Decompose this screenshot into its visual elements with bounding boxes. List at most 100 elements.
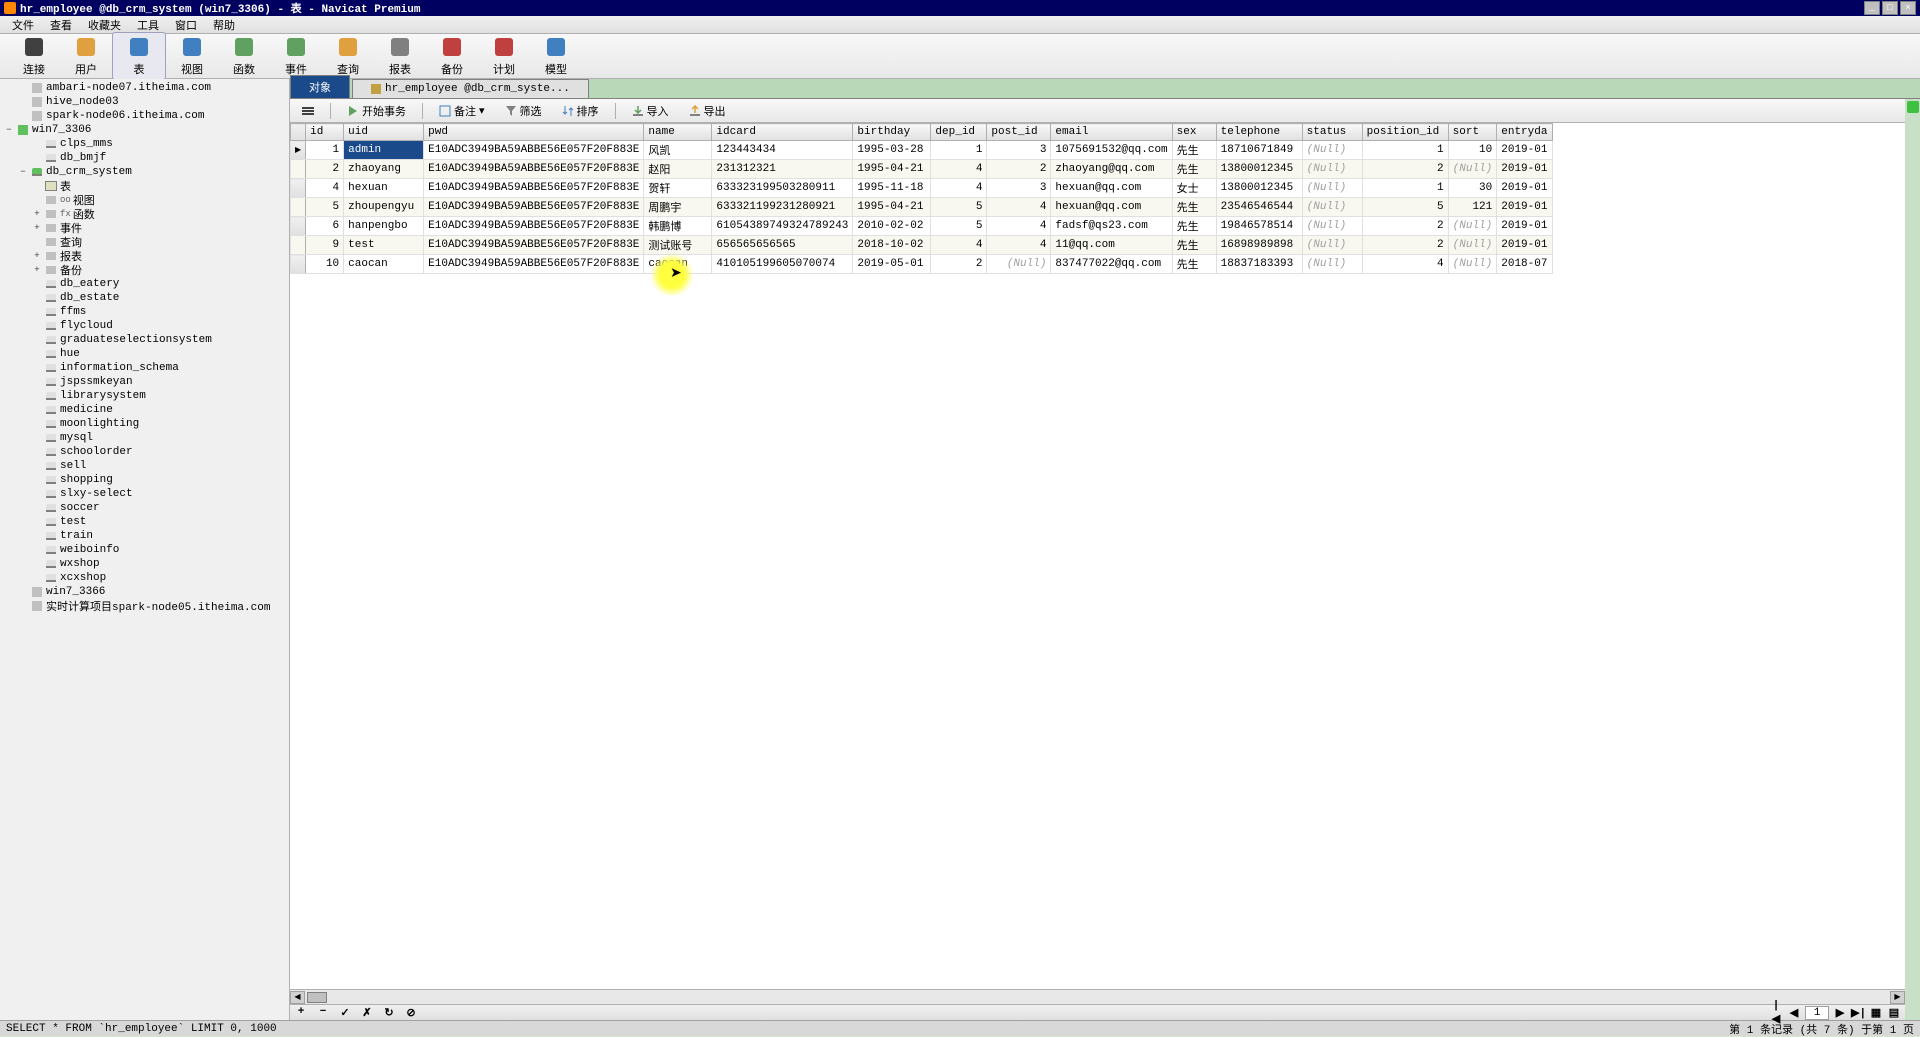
cell-uid[interactable]: admin: [344, 141, 424, 160]
import-button[interactable]: 导入: [628, 101, 673, 121]
refresh-button[interactable]: ↻: [382, 1006, 396, 1020]
cell-sort[interactable]: (Null): [1448, 160, 1497, 179]
cell-position_id[interactable]: 2: [1362, 160, 1448, 179]
column-header-birthday[interactable]: birthday: [853, 124, 931, 141]
tree-node[interactable]: +事件: [0, 221, 289, 235]
cell-sort[interactable]: (Null): [1448, 236, 1497, 255]
cell-birthday[interactable]: 1995-04-21: [853, 198, 931, 217]
last-page-button[interactable]: ▶|: [1851, 1006, 1865, 1020]
cell-telephone[interactable]: 23546546544: [1216, 198, 1302, 217]
tree-node[interactable]: flycloud: [0, 319, 289, 333]
menu-文件[interactable]: 文件: [4, 15, 42, 35]
column-header-idcard[interactable]: idcard: [712, 124, 853, 141]
cell-status[interactable]: (Null): [1302, 198, 1362, 217]
cell-pwd[interactable]: E10ADC3949BA59ABBE56E057F20F883E: [424, 217, 644, 236]
cell-birthday[interactable]: 2018-10-02: [853, 236, 931, 255]
cell-id[interactable]: 9: [306, 236, 344, 255]
tree-node[interactable]: hive_node03: [0, 95, 289, 109]
table-row[interactable]: 2zhaoyangE10ADC3949BA59ABBE56E057F20F883…: [291, 160, 1553, 179]
tree-node[interactable]: slxy-select: [0, 487, 289, 501]
cell-name[interactable]: 贺轩: [644, 179, 712, 198]
cell-telephone[interactable]: 19846578514: [1216, 217, 1302, 236]
tree-node[interactable]: +备份: [0, 263, 289, 277]
cell-idcard[interactable]: 633321199231280921: [712, 198, 853, 217]
cell-telephone[interactable]: 13800012345: [1216, 179, 1302, 198]
cell-id[interactable]: 4: [306, 179, 344, 198]
tree-node[interactable]: 查询: [0, 235, 289, 249]
cell-position_id[interactable]: 5: [1362, 198, 1448, 217]
cell-dep_id[interactable]: 4: [931, 236, 987, 255]
cell-uid[interactable]: test: [344, 236, 424, 255]
cell-sex[interactable]: 先生: [1172, 217, 1216, 236]
cell-sex[interactable]: 先生: [1172, 255, 1216, 274]
cell-name[interactable]: 周鹏宇: [644, 198, 712, 217]
tree-toggle[interactable]: −: [18, 167, 28, 177]
tab-objects[interactable]: 对象: [290, 75, 350, 98]
cell-birthday[interactable]: 1995-03-28: [853, 141, 931, 160]
cell-position_id[interactable]: 1: [1362, 179, 1448, 198]
cell-post_id[interactable]: 3: [987, 141, 1051, 160]
toolbar-事件[interactable]: 事件: [270, 33, 322, 79]
cell-post_id[interactable]: 2: [987, 160, 1051, 179]
tree-node[interactable]: ambari-node07.itheima.com: [0, 81, 289, 95]
tree-toggle[interactable]: +: [32, 223, 42, 233]
cell-email[interactable]: 837477022@qq.com: [1051, 255, 1172, 274]
cell-id[interactable]: 10: [306, 255, 344, 274]
tree-node[interactable]: graduateselectionsystem: [0, 333, 289, 347]
stop-button[interactable]: ⊘: [404, 1006, 418, 1020]
cell-entry[interactable]: 2019-01: [1497, 198, 1553, 217]
cell-entry[interactable]: 2019-01: [1497, 141, 1553, 160]
cell-telephone[interactable]: 18710671849: [1216, 141, 1302, 160]
cell-idcard[interactable]: 123443434: [712, 141, 853, 160]
cell-uid[interactable]: caocan: [344, 255, 424, 274]
cell-pwd[interactable]: E10ADC3949BA59ABBE56E057F20F883E: [424, 255, 644, 274]
cell-birthday[interactable]: 1995-11-18: [853, 179, 931, 198]
connection-tree[interactable]: ambari-node07.itheima.comhive_node03spar…: [0, 79, 290, 1020]
column-header-telephone[interactable]: telephone: [1216, 124, 1302, 141]
tree-node[interactable]: shopping: [0, 473, 289, 487]
tree-node[interactable]: db_eatery: [0, 277, 289, 291]
cell-birthday[interactable]: 2010-02-02: [853, 217, 931, 236]
cell-email[interactable]: hexuan@qq.com: [1051, 198, 1172, 217]
tab-hr-employee[interactable]: hr_employee @db_crm_syste...: [352, 79, 589, 98]
tree-node[interactable]: train: [0, 529, 289, 543]
table-row[interactable]: 5zhoupengyuE10ADC3949BA59ABBE56E057F20F8…: [291, 198, 1553, 217]
tree-node[interactable]: 表: [0, 179, 289, 193]
table-row[interactable]: 1adminE10ADC3949BA59ABBE56E057F20F883E风凯…: [291, 141, 1553, 160]
row-marker[interactable]: [291, 141, 306, 160]
cell-post_id[interactable]: 3: [987, 179, 1051, 198]
cell-status[interactable]: (Null): [1302, 255, 1362, 274]
tree-node[interactable]: mysql: [0, 431, 289, 445]
cell-status[interactable]: (Null): [1302, 141, 1362, 160]
toolbar-计划[interactable]: 计划: [478, 33, 530, 79]
tree-node[interactable]: spark-node06.itheima.com: [0, 109, 289, 123]
cell-pwd[interactable]: E10ADC3949BA59ABBE56E057F20F883E: [424, 179, 644, 198]
column-header-email[interactable]: email: [1051, 124, 1172, 141]
cell-sort[interactable]: 30: [1448, 179, 1497, 198]
cell-position_id[interactable]: 4: [1362, 255, 1448, 274]
cell-status[interactable]: (Null): [1302, 179, 1362, 198]
tree-toggle[interactable]: +: [32, 265, 42, 275]
tree-node[interactable]: win7_3366: [0, 585, 289, 599]
row-marker[interactable]: [291, 217, 306, 236]
cell-uid[interactable]: hanpengbo: [344, 217, 424, 236]
cell-sort[interactable]: 121: [1448, 198, 1497, 217]
cell-entry[interactable]: 2019-01: [1497, 236, 1553, 255]
cell-sort[interactable]: 10: [1448, 141, 1497, 160]
cell-id[interactable]: 6: [306, 217, 344, 236]
cell-sort[interactable]: (Null): [1448, 217, 1497, 236]
commit-button[interactable]: ✓: [338, 1006, 352, 1020]
row-marker[interactable]: [291, 198, 306, 217]
cell-email[interactable]: fadsf@qs23.com: [1051, 217, 1172, 236]
cell-sex[interactable]: 先生: [1172, 141, 1216, 160]
cell-email[interactable]: zhaoyang@qq.com: [1051, 160, 1172, 179]
tree-node[interactable]: wxshop: [0, 557, 289, 571]
cell-idcard[interactable]: 61054389749324789243: [712, 217, 853, 236]
tree-node[interactable]: information_schema: [0, 361, 289, 375]
cell-entry[interactable]: 2018-07: [1497, 255, 1553, 274]
cell-email[interactable]: 11@qq.com: [1051, 236, 1172, 255]
tree-node[interactable]: oo视图: [0, 193, 289, 207]
cell-idcard[interactable]: 231312321: [712, 160, 853, 179]
column-header-status[interactable]: status: [1302, 124, 1362, 141]
export-button[interactable]: 导出: [685, 101, 730, 121]
